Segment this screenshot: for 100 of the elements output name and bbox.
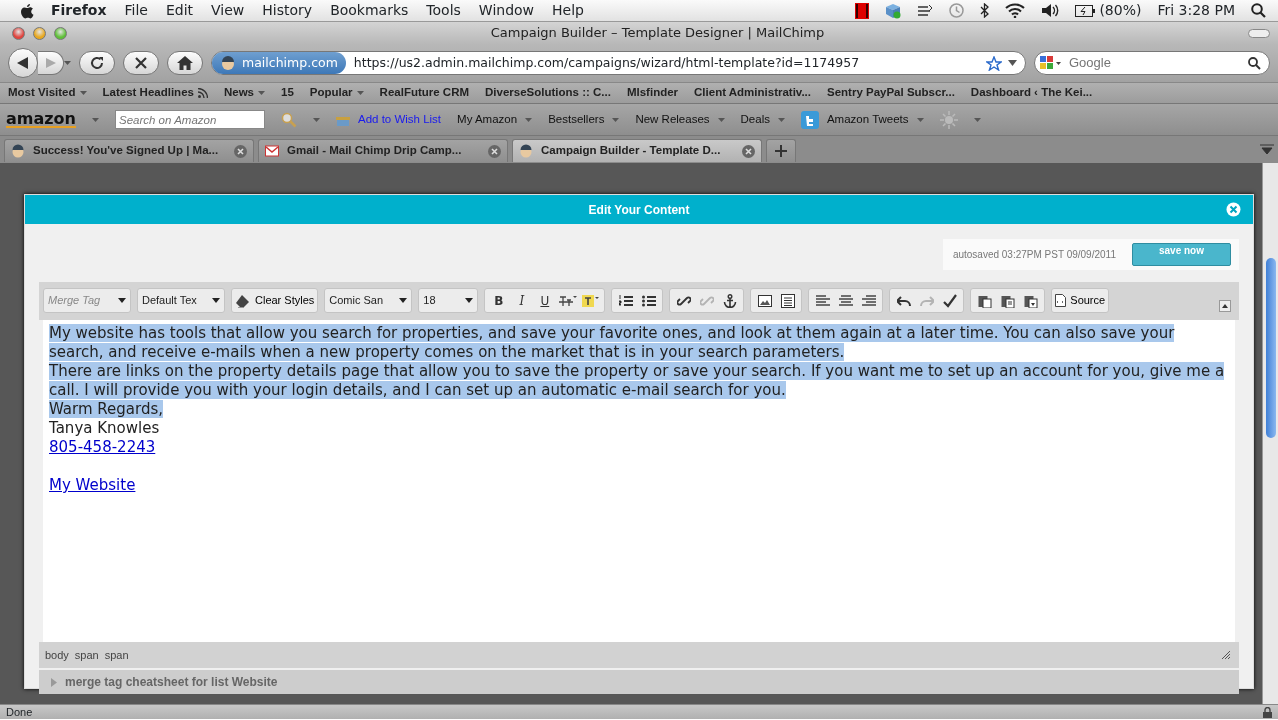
menu-item[interactable]: Tools	[417, 0, 470, 21]
scrollbar-thumb[interactable]	[1266, 258, 1276, 438]
collapse-toolbar-icon[interactable]	[1219, 300, 1231, 312]
bookmark-item[interactable]: RealFuture CRM	[375, 84, 474, 102]
source-button[interactable]: Source	[1051, 288, 1110, 313]
content-link[interactable]: 805-458-2243	[49, 438, 156, 457]
content-link[interactable]: My Website	[49, 476, 136, 495]
text-highlight-icon[interactable]	[582, 293, 600, 308]
align-center-icon[interactable]	[838, 293, 853, 308]
clipboard-document-icon[interactable]	[1023, 293, 1038, 308]
battery-icon[interactable]	[1075, 4, 1096, 17]
editor-text-area[interactable]	[43, 320, 1235, 642]
back-button[interactable]	[8, 48, 38, 78]
film-strip-icon[interactable]	[855, 2, 870, 19]
forward-button[interactable]	[38, 51, 64, 75]
window-zoom-button[interactable]	[54, 26, 67, 40]
dropdown-caret-icon	[212, 298, 220, 303]
menu-item[interactable]: Edit	[156, 0, 203, 21]
clock-icon[interactable]	[949, 3, 965, 18]
menu-item[interactable]: Help	[543, 0, 593, 21]
speaker-icon[interactable]	[1041, 3, 1060, 18]
bookmark-item[interactable]: Popular	[309, 84, 353, 102]
menu-item[interactable]: Bookmarks	[321, 0, 418, 21]
toolbar-menu[interactable]: Amazon Tweets	[826, 110, 909, 129]
strikethrough-icon[interactable]	[558, 293, 577, 308]
amazon-search-field[interactable]: Search on Amazon	[114, 110, 265, 129]
rss-icon	[197, 88, 208, 98]
address-bar[interactable]: mailchimp.com https://us2.admin.mailchimp.com/campaigns/wizard/html-template?id=1174957	[211, 51, 1026, 75]
bookmark-item[interactable]: DiverseSolutions :: C...	[481, 84, 615, 102]
address-url[interactable]: https://us2.admin.mailchimp.com/campaigns/wizard/html-template?id=1174957	[353, 53, 986, 73]
format-button[interactable]: B	[488, 290, 510, 311]
anchor-icon[interactable]	[722, 293, 737, 308]
browser-tab[interactable]: Campaign Builder - Template D...	[512, 139, 762, 162]
window-close-button[interactable]	[12, 26, 25, 40]
home-button[interactable]	[167, 51, 203, 75]
resize-grip-icon[interactable]	[1221, 650, 1231, 660]
document-icon	[1055, 294, 1067, 307]
element-path-item[interactable]: body	[45, 646, 69, 664]
search-icon[interactable]	[1248, 56, 1261, 70]
reload-button[interactable]	[79, 51, 115, 75]
align-left-icon[interactable]	[815, 293, 830, 308]
dropdown-select[interactable]: Default Tex	[137, 288, 225, 313]
text-block-icon[interactable]	[780, 293, 795, 308]
history-caret-icon[interactable]	[64, 61, 71, 65]
search-icon[interactable]	[1251, 3, 1266, 18]
clear-styles-button[interactable]: Clear Styles	[231, 288, 319, 313]
dropdown-caret-icon[interactable]	[1008, 60, 1017, 66]
box-icon[interactable]	[885, 2, 902, 19]
toolbar-menu[interactable]: Deals	[740, 110, 770, 129]
browser-tab[interactable]: Gmail - Mail Chimp Drip Camp...	[258, 139, 508, 162]
bookmark-item[interactable]: News	[223, 84, 254, 102]
toolbar-menu[interactable]: New Releases	[635, 110, 710, 129]
numbered-list-icon[interactable]	[618, 293, 633, 308]
window-minimize-button[interactable]	[33, 26, 46, 40]
autosave-status: autosaved 03:27PM PST 09/09/2011	[952, 248, 1116, 262]
bookmark-item[interactable]: 15	[277, 84, 298, 102]
site-avatar-icon	[220, 55, 236, 71]
tab-list-icon[interactable]	[1260, 144, 1274, 156]
menu-item[interactable]: View	[202, 0, 254, 21]
close-icon[interactable]	[742, 144, 755, 158]
menu-item[interactable]: Window	[469, 0, 544, 21]
bookmark-item[interactable]: Client Administrativ...	[690, 84, 815, 102]
spellcheck-icon[interactable]	[942, 293, 957, 308]
toolbar-toggle-button[interactable]	[1248, 28, 1270, 38]
undo-arrow-icon[interactable]	[896, 293, 911, 308]
close-icon[interactable]	[1226, 202, 1241, 217]
wifi-icon[interactable]	[1005, 3, 1026, 18]
chain-link-icon[interactable]	[676, 293, 691, 308]
align-right-icon[interactable]	[861, 293, 876, 308]
dropdown-select[interactable]: Comic San	[324, 288, 413, 313]
close-icon[interactable]	[488, 144, 501, 158]
menu-item[interactable]: File	[115, 0, 157, 21]
format-button[interactable]: I	[511, 290, 533, 311]
bookmark-item[interactable]: Most Visited	[8, 84, 76, 102]
amazon-logo[interactable]: amazon	[6, 111, 76, 128]
bookmark-item[interactable]: Sentry PayPal Subscr...	[823, 84, 959, 102]
bulleted-list-icon[interactable]	[641, 293, 656, 308]
element-path-item[interactable]: span	[74, 646, 99, 664]
clipboard-icon[interactable]	[977, 293, 992, 308]
toolbar-menu[interactable]: My Amazon	[457, 110, 518, 129]
bluetooth-icon[interactable]	[980, 3, 990, 18]
cheatsheet-toggle[interactable]: merge tag cheatsheet for list Website	[39, 670, 1239, 694]
search-field[interactable]: Google	[1034, 51, 1270, 75]
stop-button[interactable]	[123, 51, 159, 75]
new-tab-button[interactable]	[766, 139, 796, 162]
clipboard-text-icon[interactable]	[1000, 293, 1015, 308]
toolbar-menu[interactable]: Bestsellers	[548, 110, 605, 129]
star-icon[interactable]	[986, 55, 1002, 71]
bookmark-item[interactable]: Mlsfinder	[622, 84, 683, 102]
close-icon[interactable]	[234, 144, 247, 158]
browser-tab[interactable]: Success! You've Signed Up | Ma...	[4, 139, 254, 162]
bookmark-item[interactable]: Dashboard ‹ The Kei...	[966, 84, 1097, 102]
menu-item[interactable]: History	[253, 0, 322, 21]
dropdown-select[interactable]: 18	[418, 288, 479, 313]
format-button[interactable]: U	[534, 290, 556, 311]
app-name[interactable]: Firefox	[42, 0, 116, 21]
image-icon[interactable]	[757, 293, 772, 308]
bookmark-item[interactable]: Latest Headlines	[102, 84, 194, 102]
element-path-item[interactable]: span	[104, 646, 129, 664]
menubar-clock[interactable]: Fri 3:28 PM	[1157, 0, 1235, 21]
